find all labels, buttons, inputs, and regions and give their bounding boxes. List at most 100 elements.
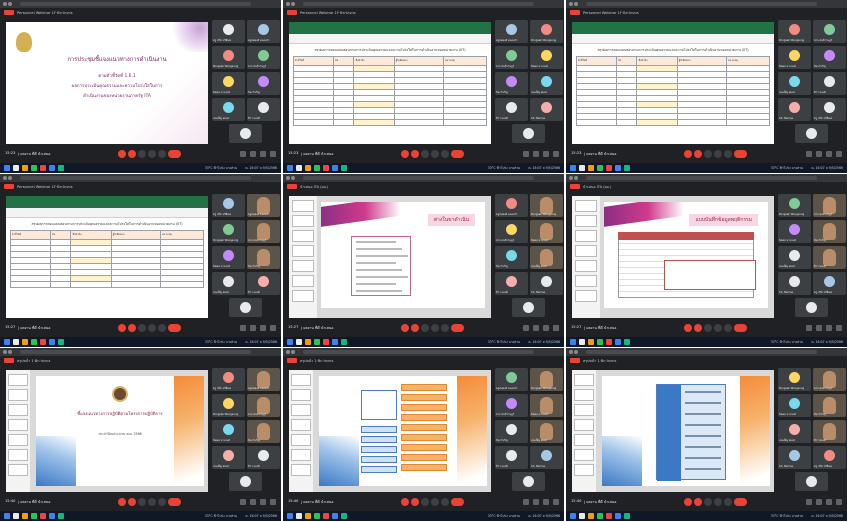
tab-dot[interactable] (8, 176, 12, 180)
taskbar-app-icon[interactable] (615, 339, 621, 345)
participant-tile[interactable]: นิลพล นามวงค์ (212, 72, 245, 95)
taskbar-app-icon[interactable] (314, 513, 320, 519)
info-icon[interactable] (240, 325, 246, 331)
leave-call-button[interactable] (734, 150, 747, 158)
participant-tile[interactable]: ครูสมพงศ์ หนองบัว (495, 194, 528, 217)
participant-tile[interactable]: Ch. Banlue (778, 98, 811, 121)
taskbar-app-icon[interactable] (588, 513, 594, 519)
taskbar-app-icon[interactable] (31, 513, 37, 519)
self-view-tile[interactable] (229, 298, 262, 317)
taskbar-app-icon[interactable] (4, 513, 10, 519)
slide-thumbnail[interactable] (292, 275, 314, 287)
tab-dot[interactable] (3, 176, 7, 180)
taskbar-app-icon[interactable] (287, 339, 293, 345)
activities-icon[interactable] (836, 151, 842, 157)
captions-button[interactable] (421, 324, 429, 332)
participant-tile[interactable]: นิพ จำเริญ (495, 72, 528, 95)
captions-button[interactable] (704, 324, 712, 332)
excel-ribbon[interactable] (6, 196, 208, 208)
participant-tile[interactable]: ครูสมพงศ์ หนองบัว (495, 368, 528, 391)
chat-icon[interactable] (543, 499, 549, 505)
chat-icon[interactable] (826, 325, 832, 331)
participant-tile[interactable]: Pongsak Wongsong (778, 194, 811, 217)
taskbar-app-icon[interactable] (305, 339, 311, 345)
taskbar-app-icon[interactable] (287, 165, 293, 171)
mic-button[interactable] (401, 324, 409, 332)
more-options-button[interactable] (724, 498, 732, 506)
info-icon[interactable] (806, 151, 812, 157)
leave-call-button[interactable] (168, 498, 181, 506)
participant-tile[interactable]: ชิวา ทองดี (495, 98, 528, 121)
taskbar-app-icon[interactable] (22, 165, 28, 171)
camera-button[interactable] (128, 324, 136, 332)
camera-button[interactable] (128, 150, 136, 158)
taskbar-app-icon[interactable] (296, 339, 302, 345)
more-options-button[interactable] (158, 498, 166, 506)
taskbar-app-icon[interactable] (615, 513, 621, 519)
taskbar-app-icon[interactable] (58, 339, 64, 345)
slide-thumbnail[interactable] (292, 245, 314, 257)
slide-thumbnail[interactable] (292, 215, 314, 227)
captions-button[interactable] (421, 150, 429, 158)
table-cell[interactable] (676, 119, 728, 126)
taskbar-app-icon[interactable] (588, 165, 594, 171)
chat-icon[interactable] (260, 325, 266, 331)
participant-tile[interactable]: นิพ จำเริญ (247, 420, 280, 443)
captions-button[interactable] (421, 498, 429, 506)
excel-toolbar[interactable] (6, 208, 208, 218)
table-cell[interactable] (575, 119, 618, 126)
info-icon[interactable] (806, 499, 812, 505)
taskbar-app-icon[interactable] (597, 165, 603, 171)
taskbar-app-icon[interactable] (40, 339, 46, 345)
camera-button[interactable] (694, 324, 702, 332)
taskbar-app-icon[interactable] (314, 339, 320, 345)
taskbar-app-icon[interactable] (341, 165, 347, 171)
activities-icon[interactable] (836, 325, 842, 331)
self-view-tile[interactable] (795, 298, 828, 317)
participant-tile[interactable]: นิลพล นามวงค์ (778, 220, 811, 243)
camera-button[interactable] (411, 150, 419, 158)
participant-tile[interactable]: นิพ จำเริญ (813, 46, 846, 69)
taskbar-app-icon[interactable] (332, 513, 338, 519)
slide-thumbnail[interactable] (291, 464, 311, 476)
leave-call-button[interactable] (734, 324, 747, 332)
more-options-button[interactable] (158, 150, 166, 158)
participant-tile[interactable]: ชิวา ทองดี (495, 272, 528, 295)
participant-tile[interactable]: เจนเพ็ญ สมพร (778, 420, 811, 443)
taskbar-app-icon[interactable] (597, 339, 603, 345)
slide-thumbnail[interactable] (574, 389, 594, 401)
participant-tile[interactable]: ชาย สนธิราษฎร์ (813, 194, 846, 217)
participant-tile[interactable]: ชิวา ทองดี (247, 446, 280, 469)
participant-tile[interactable]: Pongsak Wongsong (530, 368, 563, 391)
slide-thumbnail[interactable] (8, 434, 28, 446)
participant-tile[interactable]: นิพ จำเริญ (247, 246, 280, 269)
participant-tile[interactable]: ครู ปวิช ทวิสินพ (813, 272, 846, 295)
participant-tile[interactable]: เจนเพ็ญ สมพร (778, 246, 811, 269)
chat-icon[interactable] (826, 151, 832, 157)
taskbar-app-icon[interactable] (49, 339, 55, 345)
taskbar-app-icon[interactable] (13, 165, 19, 171)
participant-tile[interactable]: ชิวา ทองดี (247, 272, 280, 295)
present-button[interactable] (714, 324, 722, 332)
captions-button[interactable] (138, 150, 146, 158)
participant-tile[interactable]: ชิวา ทองดี (247, 98, 280, 121)
present-button[interactable] (148, 150, 156, 158)
mic-button[interactable] (118, 150, 126, 158)
taskbar-app-icon[interactable] (49, 513, 55, 519)
slide-thumbnail[interactable] (8, 449, 28, 461)
slide-thumbnail[interactable] (575, 200, 597, 212)
people-icon[interactable] (533, 151, 539, 157)
info-icon[interactable] (523, 325, 529, 331)
table-cell[interactable] (292, 119, 335, 126)
camera-button[interactable] (411, 324, 419, 332)
slide-thumbnail[interactable] (575, 290, 597, 302)
people-icon[interactable] (250, 499, 256, 505)
people-icon[interactable] (533, 325, 539, 331)
chat-icon[interactable] (543, 325, 549, 331)
tab-dot[interactable] (569, 176, 573, 180)
address-bar[interactable] (586, 176, 817, 180)
participant-tile[interactable]: เจนเพ็ญ สมพร (778, 72, 811, 95)
chat-icon[interactable] (260, 499, 266, 505)
taskbar-app-icon[interactable] (579, 339, 585, 345)
taskbar-app-icon[interactable] (624, 339, 630, 345)
